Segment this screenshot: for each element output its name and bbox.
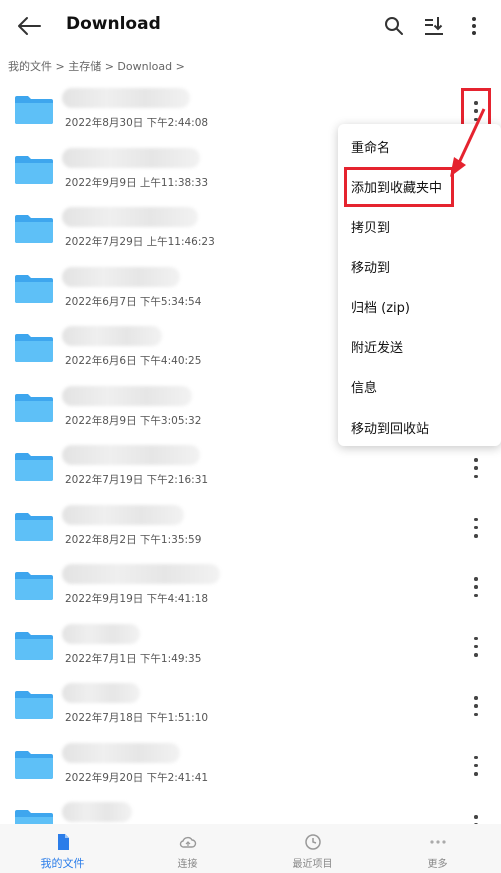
menu-item[interactable]: 移动到回收站 xyxy=(351,418,429,437)
folder-icon xyxy=(14,631,54,661)
blurred-filename xyxy=(62,623,140,644)
folder-icon xyxy=(14,750,54,780)
folder-icon xyxy=(14,274,54,304)
breadcrumb[interactable]: 我的文件 > 主存储 > Download > xyxy=(8,58,185,74)
top-app-bar: Download xyxy=(0,0,501,52)
menu-item[interactable]: 归档 (zip) xyxy=(351,297,410,316)
blurred-filename xyxy=(62,742,180,763)
file-icon xyxy=(57,834,69,850)
folder-icon xyxy=(14,95,54,125)
tab-recent[interactable]: 最近项目 xyxy=(250,824,375,873)
tab-my-files[interactable]: 我的文件 xyxy=(0,824,125,873)
modified-date: 2022年6月6日 下午4:40:25 xyxy=(65,355,202,367)
folder-icon xyxy=(14,512,54,542)
modified-date: 2022年7月18日 下午1:51:10 xyxy=(65,712,209,724)
blurred-filename xyxy=(62,385,192,406)
folder-icon xyxy=(14,690,54,720)
modified-date: 2022年9月9日 上午11:38:33 xyxy=(65,176,209,189)
folder-icon xyxy=(14,214,54,244)
blurred-filename xyxy=(62,326,162,346)
overflow-menu-icon[interactable] xyxy=(462,14,486,38)
modified-date: 2022年7月29日 上午11:46:23 xyxy=(65,236,215,248)
blurred-filename xyxy=(62,88,190,108)
blurred-filename xyxy=(62,445,200,465)
menu-item[interactable]: 重命名 xyxy=(351,137,390,156)
menu-item[interactable]: 拷贝到 xyxy=(351,217,390,236)
folder-icon xyxy=(14,393,54,423)
modified-date: 2022年7月1日 下午1:49:35 xyxy=(65,652,202,665)
modified-date: 2022年7月19日 下午2:16:31 xyxy=(65,474,209,486)
folder-icon xyxy=(14,155,54,185)
sort-icon[interactable] xyxy=(422,14,446,38)
highlight-frame xyxy=(344,167,454,207)
tab-connect[interactable]: 连接 xyxy=(125,824,250,873)
folder-icon xyxy=(14,333,54,363)
dots-icon xyxy=(429,840,446,844)
more-options-icon[interactable] xyxy=(467,696,485,716)
blurred-filename xyxy=(62,207,198,227)
more-options-icon[interactable] xyxy=(467,577,485,597)
blurred-filename xyxy=(62,147,200,168)
blurred-filename xyxy=(62,266,180,287)
more-options-icon[interactable] xyxy=(467,755,485,776)
menu-item[interactable]: 附近发送 xyxy=(351,337,403,356)
folder-icon xyxy=(14,571,54,601)
menu-item[interactable]: 移动到 xyxy=(351,257,390,276)
list-item[interactable]: 2022年9月20日 下午2:41:41 xyxy=(0,735,501,795)
list-item[interactable]: 2022年7月18日 下午1:51:10 xyxy=(0,675,501,735)
modified-date: 2022年8月9日 下午3:05:32 xyxy=(65,414,202,427)
list-item[interactable]: 2022年9月19日 下午4:41:18 xyxy=(0,556,501,616)
blurred-filename xyxy=(62,564,220,584)
blurred-filename xyxy=(62,683,140,703)
page-title: Download xyxy=(66,14,161,34)
blurred-filename xyxy=(62,802,132,822)
modified-date: 2022年9月19日 下午4:41:18 xyxy=(65,593,209,605)
more-options-icon[interactable] xyxy=(467,517,485,538)
modified-date: 2022年8月30日 下午2:44:08 xyxy=(65,117,209,129)
modified-date: 2022年8月2日 下午1:35:59 xyxy=(65,533,202,546)
search-icon[interactable] xyxy=(382,14,406,38)
bottom-nav: 我的文件 连接 最近项目 更多 xyxy=(0,824,501,873)
menu-item[interactable]: 信息 xyxy=(351,377,377,396)
clock-icon xyxy=(304,834,321,850)
modified-date: 2022年9月20日 下午2:41:41 xyxy=(65,771,209,784)
annotation-arrow-icon xyxy=(450,108,486,177)
more-options-icon[interactable] xyxy=(467,458,485,478)
folder-icon xyxy=(14,452,54,482)
blurred-filename xyxy=(62,504,184,525)
list-item[interactable]: 2022年8月2日 下午1:35:59 xyxy=(0,497,501,557)
back-arrow-icon[interactable] xyxy=(16,14,42,38)
cloud-icon xyxy=(179,836,196,848)
tab-more[interactable]: 更多 xyxy=(375,824,500,873)
more-options-icon[interactable] xyxy=(467,636,485,657)
modified-date: 2022年6月7日 下午5:34:54 xyxy=(65,295,202,308)
list-item[interactable]: 2022年7月1日 下午1:49:35 xyxy=(0,616,501,676)
